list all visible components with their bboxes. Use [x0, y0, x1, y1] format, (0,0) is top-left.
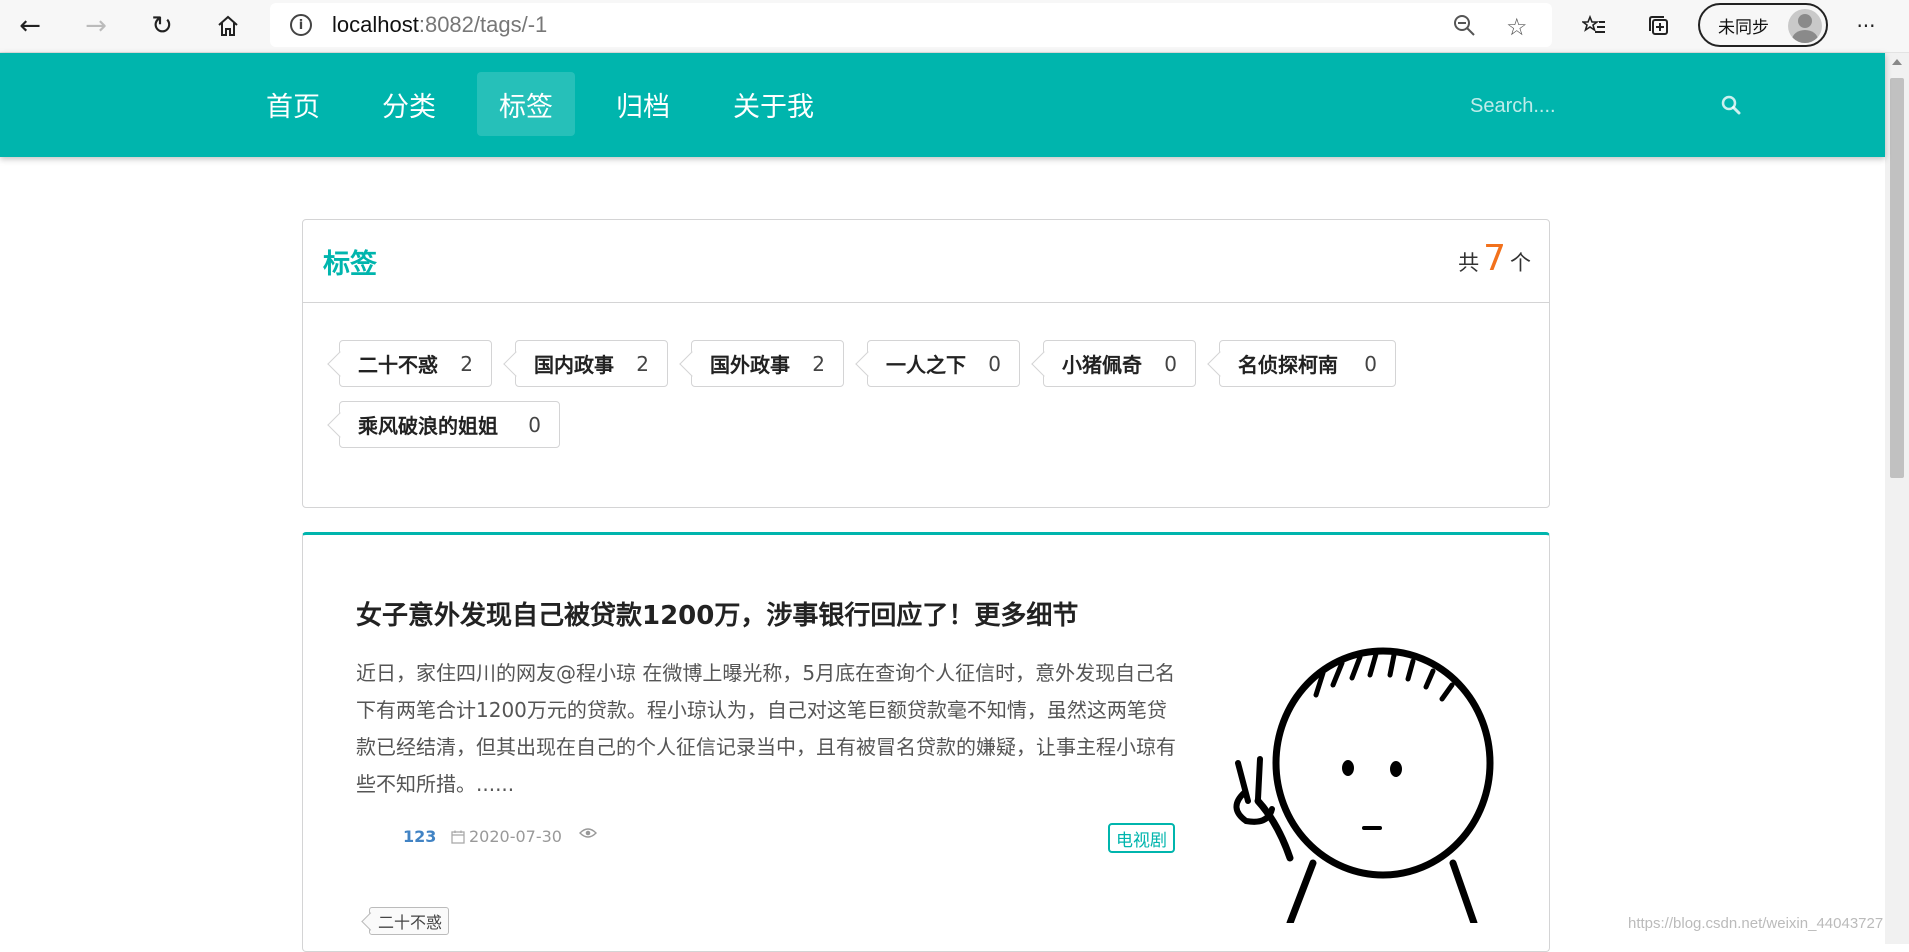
article-type-label[interactable]: 电视剧	[1108, 823, 1175, 853]
article-cover-image[interactable]	[1218, 623, 1518, 923]
scroll-thumb[interactable]	[1890, 78, 1904, 478]
url-text: localhost:8082/tags/-1	[332, 12, 547, 38]
nav-item-archive[interactable]: 归档	[594, 72, 692, 136]
tag-item[interactable]: 乘风破浪的姐姐 0	[339, 401, 560, 448]
refresh-icon[interactable]: ↻	[144, 8, 180, 44]
nav-item-categories[interactable]: 分类	[360, 72, 458, 136]
tag-count: 0	[1364, 351, 1377, 376]
tags-count-number: 7	[1483, 238, 1506, 279]
article-summary: 近日，家住四川的网友@程小琼 在微博上曝光称，5月底在查询个人征信时，意外发现自…	[356, 661, 1176, 796]
tags-panel-header: 标签 共 7 个	[303, 220, 1549, 303]
avatar	[1788, 9, 1822, 43]
forward-arrow-icon[interactable]: →	[78, 8, 114, 44]
tag-name: 乘风破浪的姐姐	[358, 414, 498, 438]
zoom-out-icon[interactable]	[1452, 13, 1476, 43]
article-date-text: 2020-07-30	[469, 827, 562, 846]
eye-icon	[579, 828, 597, 838]
favorite-star-icon[interactable]: ☆	[1506, 13, 1528, 41]
more-menu-icon[interactable]: ···	[1848, 8, 1884, 44]
site-navbar: 首页 分类 标签 归档 关于我	[0, 53, 1885, 157]
search-icon[interactable]	[1721, 95, 1741, 115]
browser-toolbar: ← → ↻ i localhost:8082/tags/-1 ☆ 未同步 ···	[0, 0, 1909, 53]
tag-item[interactable]: 名侦探柯南 0	[1219, 340, 1396, 387]
tag-name: 国内政事	[534, 353, 614, 377]
address-bar[interactable]: i localhost:8082/tags/-1 ☆	[270, 3, 1552, 47]
url-host: localhost	[332, 12, 419, 37]
tag-item[interactable]: 小猪佩奇 0	[1043, 340, 1196, 387]
tag-count: 0	[988, 351, 1001, 376]
nav-item-about[interactable]: 关于我	[711, 72, 836, 136]
tag-name: 小猪佩奇	[1062, 353, 1142, 377]
article-tag[interactable]: 二十不惑	[369, 907, 450, 935]
scrollbar[interactable]	[1885, 53, 1909, 944]
tag-name: 二十不惑	[358, 353, 438, 377]
tag-count: 2	[636, 351, 649, 376]
collections-icon[interactable]	[1641, 8, 1677, 44]
tag-item[interactable]: 国外政事 2	[691, 340, 844, 387]
scroll-up-arrow-icon[interactable]	[1892, 59, 1902, 65]
tag-name: 一人之下	[886, 353, 966, 377]
tag-count: 2	[812, 351, 825, 376]
watermark: https://blog.csdn.net/weixin_44043727	[1628, 915, 1884, 932]
tags-panel: 标签 共 7 个 二十不惑 2 国内政事 2 国外政事 2 一人之下 0 小猪佩…	[302, 219, 1550, 508]
tag-count: 0	[1164, 351, 1177, 376]
article-views	[579, 827, 597, 839]
sync-label: 未同步	[1718, 17, 1769, 38]
tags-count-prefix: 共	[1458, 251, 1480, 275]
tag-item[interactable]: 二十不惑 2	[339, 340, 492, 387]
tag-name: 名侦探柯南	[1238, 353, 1338, 377]
tags-count-suffix: 个	[1510, 251, 1531, 275]
tags-title: 标签	[323, 249, 377, 280]
article-title[interactable]: 女子意外发现自己被贷款1200万，涉事银行回应了！更多细节	[356, 595, 1078, 632]
site-info-icon[interactable]: i	[290, 14, 312, 36]
nav-item-tags[interactable]: 标签	[477, 72, 575, 136]
back-arrow-icon[interactable]: ←	[12, 8, 48, 44]
url-path: :8082/tags/-1	[418, 12, 548, 37]
calendar-icon	[451, 830, 465, 844]
article-author[interactable]: 123	[403, 827, 436, 846]
home-icon[interactable]	[210, 8, 246, 44]
tags-total: 共 7 个	[1458, 238, 1531, 279]
tag-item[interactable]: 国内政事 2	[515, 340, 668, 387]
tag-count: 2	[460, 351, 473, 376]
favorites-list-icon[interactable]	[1576, 8, 1612, 44]
nav-item-home[interactable]: 首页	[244, 72, 342, 136]
tag-item[interactable]: 一人之下 0	[867, 340, 1020, 387]
article-panel: 女子意外发现自己被贷款1200万，涉事银行回应了！更多细节 近日，家住四川的网友…	[302, 532, 1550, 952]
tag-count: 0	[528, 412, 541, 437]
tag-name: 国外政事	[710, 353, 790, 377]
article-date: 2020-07-30	[451, 827, 562, 846]
profile-sync-button[interactable]: 未同步	[1698, 3, 1828, 47]
